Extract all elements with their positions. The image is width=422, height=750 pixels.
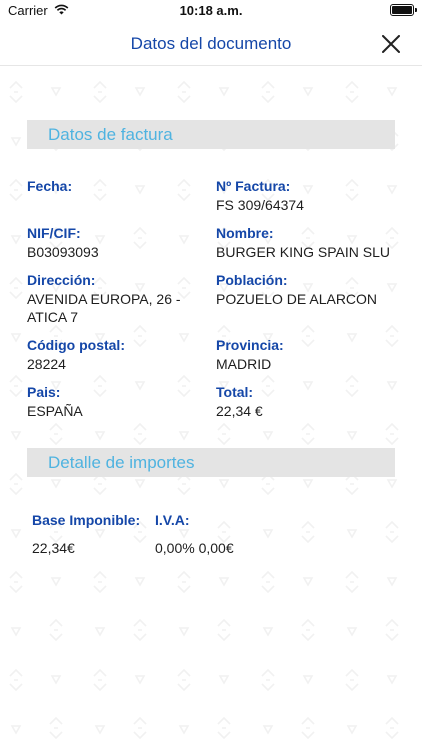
field-pais: Pais: ESPAÑA (27, 384, 217, 420)
codigo-postal-value: 28224 (27, 356, 66, 372)
base-imponible-label: Base Imponible: (32, 512, 141, 528)
close-button[interactable] (378, 31, 404, 57)
navigation-bar: Datos del documento (0, 22, 422, 66)
section-header-factura: Datos de factura (27, 120, 395, 149)
field-fecha: Fecha: (27, 178, 217, 196)
page-title: Datos del documento (130, 33, 292, 53)
iva-label: I.V.A: (155, 512, 190, 528)
direccion-value-line2: ATICA 7 (27, 309, 79, 325)
pais-value: ESPAÑA (27, 403, 83, 419)
direccion-label: Dirección: (27, 272, 96, 288)
provincia-label: Provincia: (216, 337, 284, 353)
nombre-value: BURGER KING SPAIN SLU (216, 244, 391, 260)
section-header-importes: Detalle de importes (27, 448, 395, 477)
field-numero-factura: Nº Factura: FS 309/64374 (216, 178, 406, 214)
nombre-label: Nombre: (216, 225, 274, 241)
numero-factura-value: FS 309/64374 (216, 197, 304, 213)
poblacion-value: POZUELO DE ALARCON (216, 291, 378, 307)
base-imponible-value: 22,34€ (32, 540, 75, 556)
numero-factura-label: Nº Factura: (216, 178, 291, 194)
direccion-value-line1: AVENIDA EUROPA, 26 - (27, 291, 181, 307)
screen: Carrier 10:18 a.m. Datos del documento D (0, 0, 422, 750)
status-bar: Carrier 10:18 a.m. (0, 0, 422, 22)
field-poblacion: Población: POZUELO DE ALARCON (216, 272, 406, 308)
section-title-importes: Detalle de importes (48, 453, 195, 472)
total-label: Total: (216, 384, 254, 400)
iva-value: 0,00% 0,00€ (155, 540, 234, 556)
field-provincia: Provincia: MADRID (216, 337, 406, 373)
fecha-label: Fecha: (27, 178, 73, 194)
nif-label: NIF/CIF: (27, 225, 81, 241)
pais-label: Pais: (27, 384, 61, 400)
battery-icon (390, 4, 417, 16)
field-nif: NIF/CIF: B03093093 (27, 225, 217, 261)
nif-value: B03093093 (27, 244, 99, 260)
close-icon (382, 35, 400, 53)
section-title-factura: Datos de factura (48, 125, 173, 144)
provincia-value: MADRID (216, 356, 272, 372)
field-total: Total: 22,34 € (216, 384, 406, 420)
field-codigo-postal: Código postal: 28224 (27, 337, 217, 373)
poblacion-label: Población: (216, 272, 288, 288)
field-nombre: Nombre: BURGER KING SPAIN SLU (216, 225, 406, 261)
total-value: 22,34 € (216, 403, 263, 419)
field-direccion: Dirección: AVENIDA EUROPA, 26 - ATICA 7 (27, 272, 217, 326)
status-time: 10:18 a.m. (179, 3, 243, 18)
codigo-postal-label: Código postal: (27, 337, 125, 353)
